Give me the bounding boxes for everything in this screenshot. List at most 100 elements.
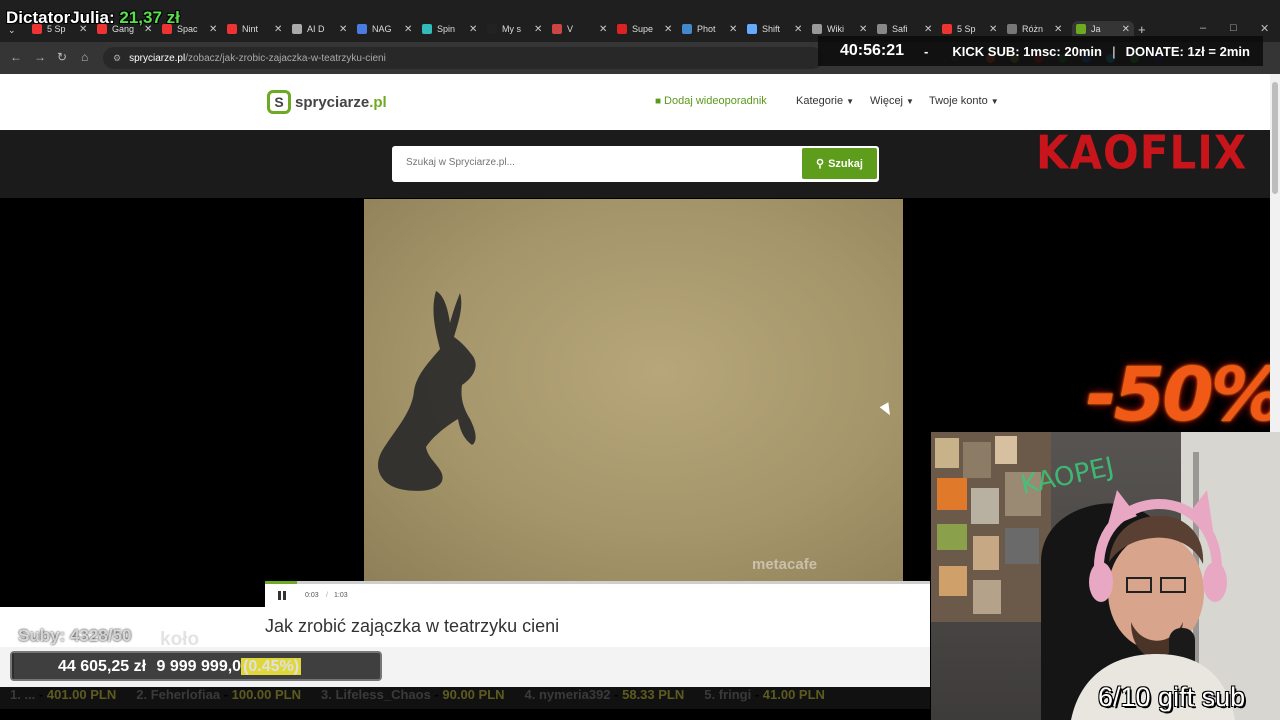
reload-icon[interactable]: ↻ [57, 50, 67, 64]
browser-tab[interactable]: Nint ✕ [227, 21, 289, 37]
tab-close-icon[interactable]: ✕ [404, 24, 412, 35]
browser-tab[interactable]: Safi ✕ [877, 21, 939, 37]
ticker-donor-value: 90.00 PLN [442, 687, 505, 702]
browser-tab[interactable]: 5 Sp ✕ [942, 21, 1004, 37]
video-controls [265, 583, 930, 607]
tab-close-icon[interactable]: ✕ [534, 24, 542, 35]
browser-tab[interactable]: Supe ✕ [617, 21, 679, 37]
video-camera-icon: ■ [655, 96, 662, 107]
tab-close-icon[interactable]: ✕ [1122, 24, 1130, 35]
donate-rate: DONATE: 1zł = 2min [1125, 43, 1250, 59]
tab-label: Nint [242, 24, 259, 34]
browser-tab[interactable]: Spin ✕ [422, 21, 484, 37]
browser-tab[interactable]: Phot ✕ [682, 21, 744, 37]
browser-tab[interactable]: AI D ✕ [292, 21, 354, 37]
video-progress-track[interactable] [265, 581, 930, 584]
gift-sub-counter: 6/10 gift sub [1098, 682, 1246, 712]
tab-close-icon[interactable]: ✕ [599, 24, 607, 35]
tab-label: Spin [437, 24, 456, 34]
browser-tab[interactable]: NAG ✕ [357, 21, 419, 37]
donor-name: DictatorJulia: [6, 8, 115, 27]
logo-mark-icon: S [267, 90, 291, 114]
kick-sub-rate: KICK SUB: 1msc: 20min [952, 43, 1102, 59]
tab-favicon-icon [877, 24, 887, 34]
minimize-icon[interactable]: – [1200, 22, 1206, 34]
tab-favicon-icon [682, 24, 692, 34]
ticker-donor-value: 41.00 PLN [762, 687, 825, 702]
browser-tab[interactable]: My s ✕ [487, 21, 549, 37]
video-player[interactable] [364, 199, 903, 583]
ticker-donor-name: 2. Feherlofiaa [136, 687, 221, 702]
nav-more[interactable]: Więcej ▼ [870, 95, 914, 107]
tab-label: Safi [892, 24, 908, 34]
tab-label: 5 Sp [957, 24, 976, 34]
tab-close-icon[interactable]: ✕ [274, 24, 282, 35]
tab-close-icon[interactable]: ✕ [469, 24, 477, 35]
tab-close-icon[interactable]: ✕ [209, 24, 217, 35]
tab-favicon-icon [1076, 24, 1086, 34]
search-input[interactable] [406, 157, 786, 168]
tab-label: AI D [307, 24, 325, 34]
tab-favicon-icon [942, 24, 952, 34]
browser-tab[interactable]: Różn ✕ [1007, 21, 1069, 37]
site-info-icon[interactable]: ⚙ [113, 53, 121, 64]
goal-percent: (0.45%) [241, 658, 302, 675]
ticker-donor-value: 58.33 PLN [622, 687, 685, 702]
tab-close-icon[interactable]: ✕ [989, 24, 997, 35]
tab-close-icon[interactable]: ✕ [1054, 24, 1062, 35]
back-icon[interactable]: ← [10, 50, 22, 64]
ticker-donor-name: 3. Lifeless_Chaos [320, 687, 431, 702]
streamer-webcam: KAOPEJ [931, 432, 1280, 720]
subs-counter: Suby: 4328/50 [18, 626, 132, 645]
tab-close-icon[interactable]: ✕ [794, 24, 802, 35]
timer-dash: - [924, 43, 929, 59]
video-progress-fill [265, 581, 297, 584]
tab-favicon-icon [812, 24, 822, 34]
browser-tab[interactable]: Shift ✕ [747, 21, 809, 37]
tab-close-icon[interactable]: ✕ [924, 24, 932, 35]
donation-goal-fill [12, 653, 14, 679]
url-path: /zobacz/jak-zrobic-zajaczka-w-teatrzyku-… [185, 52, 386, 64]
tab-close-icon[interactable]: ✕ [859, 24, 867, 35]
tab-favicon-icon [422, 24, 432, 34]
scrollbar-thumb[interactable] [1272, 82, 1278, 194]
nav-categories[interactable]: Kategorie ▼ [796, 95, 854, 107]
url-field[interactable]: ⚙ spryciarze.pl /zobacz/jak-zrobic-zajac… [103, 47, 823, 69]
subathon-timer-bar: 40:56:21 - KICK SUB: 1msc: 20min | DONAT… [818, 36, 1263, 66]
kaoflix-logo: KAOFLIX [1036, 125, 1248, 180]
tab-favicon-icon [292, 24, 302, 34]
tab-label: My s [502, 24, 521, 34]
tab-close-icon[interactable]: ✕ [729, 24, 737, 35]
tab-label: Supe [632, 24, 654, 34]
browser-tab[interactable]: V ✕ [552, 21, 614, 37]
ticker-donor-value: 401.00 PLN [46, 687, 117, 702]
browser-tab[interactable]: Wiki ✕ [812, 21, 874, 37]
ticker-donor-name: 5. fringi [704, 687, 752, 702]
ticker-donor-value: 100.00 PLN [231, 687, 301, 702]
screen: ⌄ 5 Sp ✕ Gang ✕ Spac ✕ Nint ✕ AI D ✕ NAG ✕ Spin ✕ My s… [0, 0, 1280, 720]
tab-label: Shift [762, 24, 781, 34]
tab-label: NAG [372, 24, 392, 34]
site-logo[interactable]: S spryciarze.pl [267, 90, 387, 114]
search-button[interactable]: ⚲ Szukaj [802, 148, 877, 179]
maximize-icon[interactable]: □ [1230, 22, 1237, 34]
tab-close-icon[interactable]: ✕ [664, 24, 672, 35]
browser-tab[interactable]: Ja ✕ [1072, 21, 1134, 37]
donor-amount: 21,37 zł [119, 8, 180, 27]
new-tab-button[interactable]: + [1138, 22, 1146, 37]
tab-label: Ja [1091, 24, 1101, 34]
close-window-icon[interactable]: ✕ [1260, 22, 1269, 35]
video-time-separator: / [326, 592, 328, 599]
add-video-guide-link[interactable]: ■ Dodaj wideoporadnik [655, 95, 767, 107]
video-title: Jak zrobić zajączka w teatrzyku cieni [265, 616, 560, 636]
nav-account[interactable]: Twoje konto ▼ [929, 95, 999, 107]
forward-icon[interactable]: → [34, 50, 46, 64]
rabbit-shadow-image [378, 291, 476, 491]
chevron-down-icon: ▼ [990, 97, 999, 106]
tab-close-icon[interactable]: ✕ [339, 24, 347, 35]
donation-goal-text: 44 605,25 zł 9 999 999,0 (0.45%) [58, 658, 302, 676]
tab-favicon-icon [1007, 24, 1017, 34]
pause-icon[interactable] [278, 591, 286, 600]
webcam-image: KAOPEJ [931, 432, 1280, 720]
home-icon[interactable]: ⌂ [81, 50, 88, 64]
